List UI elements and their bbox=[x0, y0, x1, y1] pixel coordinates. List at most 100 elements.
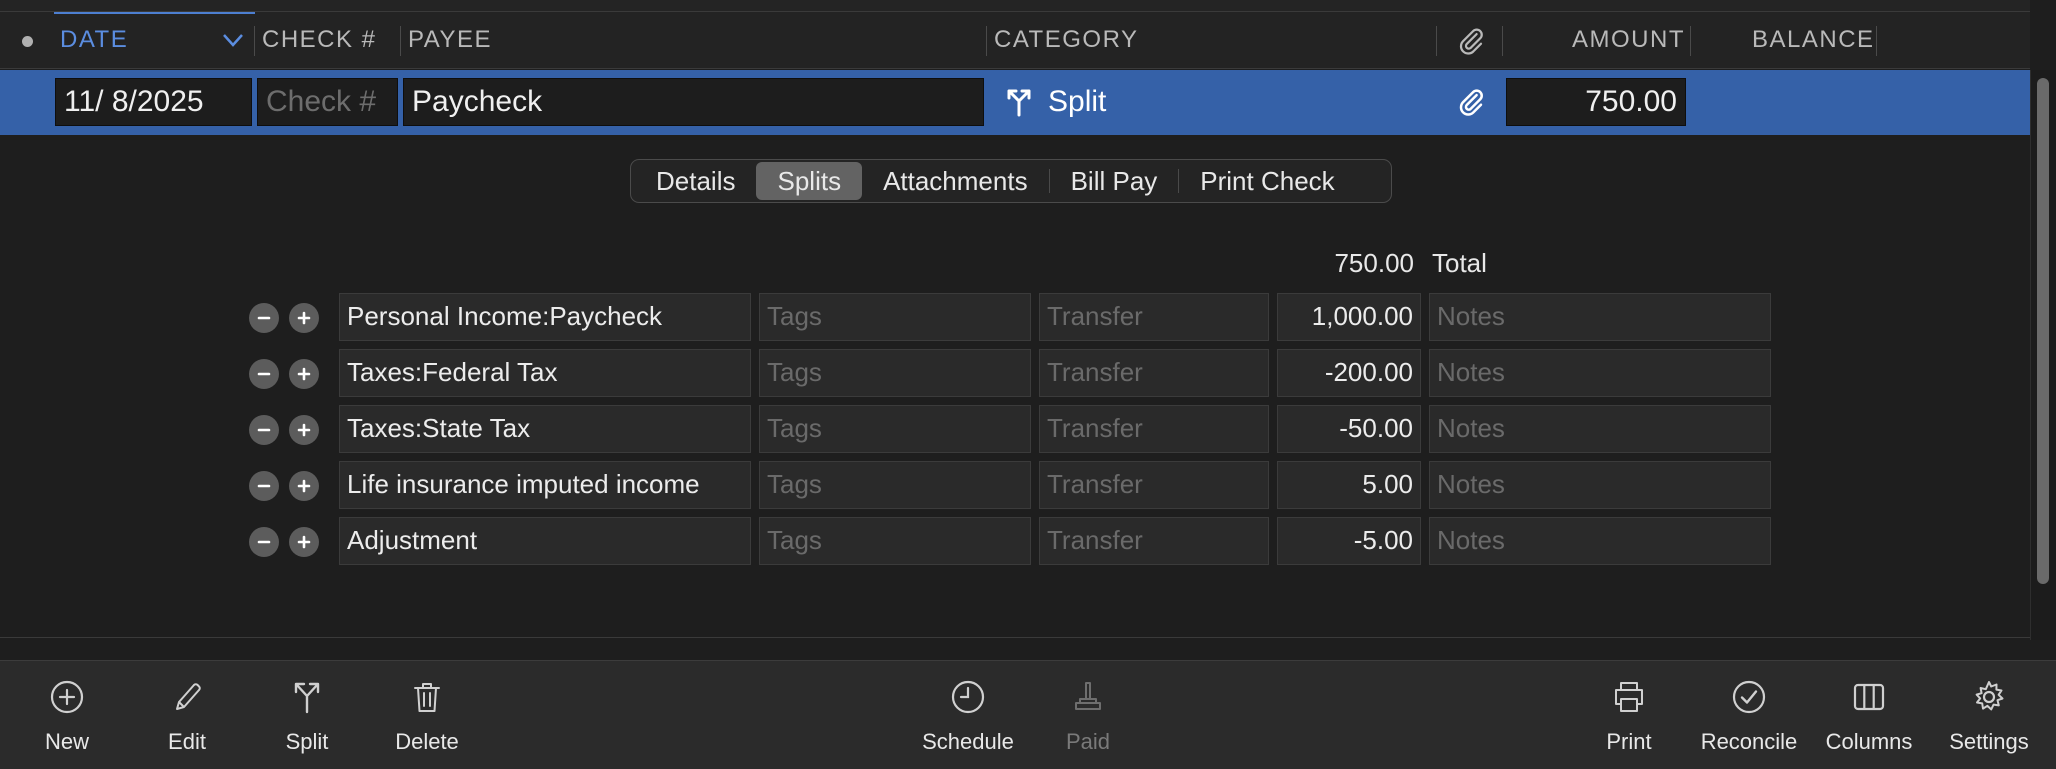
split-category-field[interactable]: Personal Income:Paycheck bbox=[339, 293, 751, 341]
window-top-strip bbox=[0, 0, 2030, 12]
split-tags-field[interactable]: Tags bbox=[759, 405, 1031, 453]
split-button[interactable]: Split bbox=[247, 661, 367, 769]
column-divider[interactable] bbox=[1876, 26, 1877, 56]
add-line-button[interactable] bbox=[289, 415, 319, 445]
split-tags-field[interactable]: Tags bbox=[759, 517, 1031, 565]
split-category-field[interactable]: Taxes:Federal Tax bbox=[339, 349, 751, 397]
detail-tabs: Details Splits Attachments Bill Pay Prin… bbox=[630, 159, 1392, 203]
column-divider[interactable] bbox=[1502, 26, 1503, 56]
split-line: Personal Income:Paycheck Tags Transfer 1… bbox=[0, 293, 2056, 343]
split-tags-field[interactable]: Tags bbox=[759, 349, 1031, 397]
new-button[interactable]: New bbox=[7, 661, 127, 769]
split-notes-field[interactable]: Notes bbox=[1429, 517, 1771, 565]
paid-button-label: Paid bbox=[1065, 729, 1111, 754]
delete-button[interactable]: Delete bbox=[367, 661, 487, 769]
payee-field[interactable]: Paycheck bbox=[403, 78, 984, 126]
paperclip-icon[interactable] bbox=[1456, 26, 1486, 56]
columns-button[interactable]: Columns bbox=[1809, 661, 1929, 769]
column-header-balance[interactable]: BALANCE bbox=[1752, 12, 1875, 68]
minus-circle-icon bbox=[257, 316, 271, 320]
column-divider[interactable] bbox=[254, 26, 255, 56]
status-column-dot[interactable] bbox=[22, 36, 33, 47]
column-divider[interactable] bbox=[1690, 26, 1691, 56]
column-header-category[interactable]: CATEGORY bbox=[994, 12, 1138, 68]
split-total-label: Total bbox=[1432, 248, 1487, 278]
add-line-button[interactable] bbox=[289, 359, 319, 389]
tab-print-check[interactable]: Print Check bbox=[1179, 162, 1355, 200]
settings-button[interactable]: Settings bbox=[1929, 661, 2049, 769]
bottom-toolbar: New Edit Split Delete Schedule Paid Prin… bbox=[0, 660, 2056, 769]
column-divider[interactable] bbox=[1436, 26, 1437, 56]
split-line: Life insurance imputed income Tags Trans… bbox=[0, 461, 2056, 511]
minus-circle-icon bbox=[257, 484, 271, 488]
add-line-button[interactable] bbox=[289, 471, 319, 501]
tab-details[interactable]: Details bbox=[635, 162, 756, 200]
new-button-label: New bbox=[44, 729, 89, 754]
edit-button[interactable]: Edit bbox=[127, 661, 247, 769]
split-line: Taxes:State Tax Tags Transfer -50.00 Not… bbox=[0, 405, 2056, 455]
split-transfer-field[interactable]: Transfer bbox=[1039, 349, 1269, 397]
split-tags-field[interactable]: Tags bbox=[759, 293, 1031, 341]
split-amount-field[interactable]: 1,000.00 bbox=[1277, 293, 1421, 341]
remove-line-button[interactable] bbox=[249, 471, 279, 501]
split-amount-field[interactable]: -200.00 bbox=[1277, 349, 1421, 397]
date-field[interactable]: 11/ 8/2025 bbox=[55, 78, 252, 126]
column-header-payee[interactable]: PAYEE bbox=[408, 12, 492, 68]
scrollbar-thumb[interactable] bbox=[2037, 78, 2049, 584]
trash-icon bbox=[414, 683, 440, 712]
remove-line-button[interactable] bbox=[249, 359, 279, 389]
selected-transaction-row[interactable]: 11/ 8/2025 Check # Paycheck Split 750.00 bbox=[0, 70, 2030, 135]
category-split[interactable]: Split bbox=[1004, 78, 1106, 126]
column-header-check[interactable]: CHECK # bbox=[262, 12, 377, 68]
split-transfer-field[interactable]: Transfer bbox=[1039, 461, 1269, 509]
split-notes-field[interactable]: Notes bbox=[1429, 349, 1771, 397]
clock-icon bbox=[951, 680, 985, 714]
tab-attachments[interactable]: Attachments bbox=[862, 162, 1049, 200]
split-tags-field[interactable]: Tags bbox=[759, 461, 1031, 509]
remove-line-button[interactable] bbox=[249, 303, 279, 333]
split-notes-field[interactable]: Notes bbox=[1429, 461, 1771, 509]
split-amount-field[interactable]: -50.00 bbox=[1277, 405, 1421, 453]
column-divider[interactable] bbox=[400, 26, 401, 56]
column-header-date[interactable]: DATE bbox=[60, 12, 128, 68]
amount-field[interactable]: 750.00 bbox=[1506, 78, 1686, 126]
split-transfer-field[interactable]: Transfer bbox=[1039, 293, 1269, 341]
split-category-field[interactable]: Adjustment bbox=[339, 517, 751, 565]
plus-circle-icon bbox=[297, 367, 311, 381]
split-arrow-icon bbox=[1007, 89, 1031, 117]
tab-bill-pay[interactable]: Bill Pay bbox=[1050, 162, 1179, 200]
plus-circle-icon bbox=[297, 423, 311, 437]
paperclip-icon[interactable] bbox=[1456, 87, 1486, 117]
columns-icon bbox=[1853, 683, 1885, 711]
split-notes-field[interactable]: Notes bbox=[1429, 293, 1771, 341]
schedule-button[interactable]: Schedule bbox=[908, 661, 1028, 769]
checkmark-circle-icon bbox=[1732, 680, 1766, 714]
paid-button[interactable]: Paid bbox=[1028, 661, 1148, 769]
check-number-field[interactable]: Check # bbox=[257, 78, 398, 126]
minus-circle-icon bbox=[257, 428, 271, 432]
reconcile-button[interactable]: Reconcile bbox=[1689, 661, 1809, 769]
chevron-down-icon[interactable] bbox=[222, 32, 244, 48]
split-transfer-field[interactable]: Transfer bbox=[1039, 405, 1269, 453]
split-category-field[interactable]: Taxes:State Tax bbox=[339, 405, 751, 453]
add-line-button[interactable] bbox=[289, 527, 319, 557]
add-line-button[interactable] bbox=[289, 303, 319, 333]
column-header-amount[interactable]: AMOUNT bbox=[1572, 12, 1685, 68]
split-transfer-field[interactable]: Transfer bbox=[1039, 517, 1269, 565]
column-divider[interactable] bbox=[986, 26, 987, 56]
remove-line-button[interactable] bbox=[249, 527, 279, 557]
remove-line-button[interactable] bbox=[249, 415, 279, 445]
split-total-value: 750.00 bbox=[1334, 248, 1414, 278]
split-line: Adjustment Tags Transfer -5.00 Notes bbox=[0, 517, 2056, 567]
plus-circle-icon bbox=[297, 311, 311, 325]
reconcile-button-label: Reconcile bbox=[1700, 729, 1798, 754]
plus-circle-icon bbox=[297, 535, 311, 549]
minus-circle-icon bbox=[257, 540, 271, 544]
columns-button-label: Columns bbox=[1825, 729, 1913, 754]
split-category-field[interactable]: Life insurance imputed income bbox=[339, 461, 751, 509]
print-button[interactable]: Print bbox=[1569, 661, 1689, 769]
split-notes-field[interactable]: Notes bbox=[1429, 405, 1771, 453]
split-amount-field[interactable]: 5.00 bbox=[1277, 461, 1421, 509]
tab-splits[interactable]: Splits bbox=[756, 162, 863, 200]
split-amount-field[interactable]: -5.00 bbox=[1277, 517, 1421, 565]
